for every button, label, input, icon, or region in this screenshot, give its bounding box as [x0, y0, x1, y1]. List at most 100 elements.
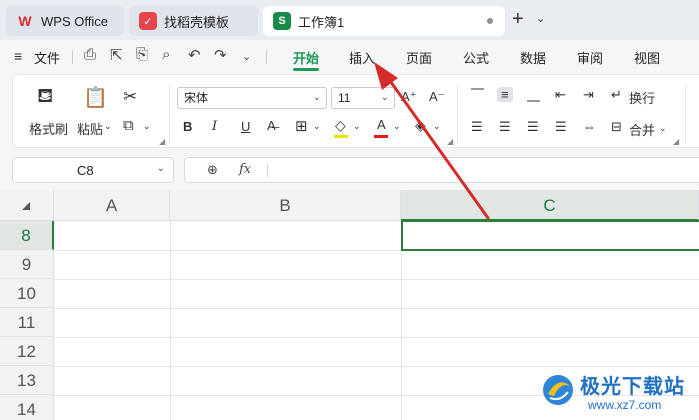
format-painter-icon[interactable]: ⛾: [37, 85, 53, 110]
copy-icon[interactable]: ⧉: [123, 117, 134, 134]
shrink-font-button[interactable]: A⁻: [429, 89, 445, 105]
cell-reference: C8: [77, 163, 94, 178]
divider: [685, 85, 686, 143]
hamburger-menu-icon[interactable]: ≡: [14, 48, 22, 64]
export-icon[interactable]: ⇱: [110, 46, 123, 64]
row-header-10[interactable]: 10: [0, 279, 54, 308]
decrease-indent-icon[interactable]: ⇤: [555, 87, 566, 103]
row-header-13[interactable]: 13: [0, 366, 54, 395]
chevron-down-icon: ⌄: [312, 92, 321, 103]
selected-cell-c8[interactable]: [401, 220, 699, 251]
align-center-icon[interactable]: ☰: [499, 119, 511, 135]
tab-home[interactable]: 开始: [293, 48, 319, 67]
template-icon: ✓: [139, 12, 157, 30]
align-left-icon[interactable]: ☰: [471, 119, 483, 135]
tab-insert[interactable]: 插入: [349, 48, 375, 67]
wrap-text-icon[interactable]: ↵: [611, 87, 622, 103]
gridline: [170, 221, 171, 420]
chevron-down-icon[interactable]: ⌄: [433, 121, 441, 132]
expand-corner-icon[interactable]: ◢: [673, 137, 679, 146]
underline-button[interactable]: U: [241, 119, 250, 134]
spreadsheet-icon: S: [273, 12, 291, 30]
chevron-down-icon[interactable]: ⌄: [536, 12, 545, 25]
insert-function-button[interactable]: fx: [239, 162, 251, 177]
font-size-select[interactable]: 11 ⌄: [331, 87, 395, 109]
grow-font-button[interactable]: A⁺: [401, 89, 417, 105]
chevron-down-icon[interactable]: ⌄: [659, 123, 667, 134]
name-box[interactable]: C8 ⌄: [12, 157, 174, 183]
select-all-corner[interactable]: [0, 190, 54, 221]
watermark-logo-icon: [543, 375, 573, 405]
file-menu[interactable]: 文件: [34, 48, 60, 67]
fill-color-icon[interactable]: ◇: [335, 117, 346, 134]
tab-wps-office[interactable]: W WPS Office: [6, 6, 124, 36]
font-name-select[interactable]: 宋体 ⌄: [177, 87, 327, 109]
align-top-icon[interactable]: ⎺: [471, 87, 484, 103]
expand-corner-icon[interactable]: ◢: [447, 137, 453, 146]
fill-color-swatch: [334, 135, 348, 138]
chevron-down-icon[interactable]: ⌄: [104, 121, 112, 132]
new-tab-plus-icon[interactable]: +: [512, 8, 524, 31]
row-header-14[interactable]: 14: [0, 395, 54, 420]
save-icon[interactable]: ⎙: [84, 46, 96, 63]
bold-button[interactable]: B: [183, 119, 192, 134]
tab-template[interactable]: ✓ 找稻壳模板: [129, 6, 258, 36]
tab-review[interactable]: 审阅: [577, 48, 603, 67]
watermark: 极光下载站 www.xz7.com: [540, 368, 699, 420]
font-color-button[interactable]: A: [377, 117, 386, 132]
wps-logo-icon: W: [18, 13, 32, 29]
merge-button[interactable]: 合并: [629, 120, 655, 139]
chevron-down-icon[interactable]: ⌄: [242, 50, 251, 63]
print-preview-icon[interactable]: ⌕: [162, 46, 170, 63]
column-header-a[interactable]: A: [54, 190, 170, 221]
chevron-down-icon[interactable]: ⌄: [353, 121, 361, 132]
formula-row: C8 ⌄ ⊕ fx: [0, 150, 699, 190]
wrap-text-button[interactable]: 换行: [629, 88, 655, 107]
paste-icon[interactable]: 📋: [83, 85, 108, 110]
column-header-b[interactable]: B: [170, 190, 401, 221]
row-header-12[interactable]: 12: [0, 337, 54, 366]
strikethrough-icon[interactable]: A̶: [267, 118, 276, 133]
zoom-icon[interactable]: ⊕: [207, 162, 218, 178]
chevron-down-icon[interactable]: ⌄: [313, 121, 321, 132]
format-painter-button[interactable]: 格式刷: [29, 119, 68, 138]
divider: [169, 85, 170, 143]
row-header-8[interactable]: 8: [0, 221, 54, 250]
increase-indent-icon[interactable]: ⇥: [583, 87, 594, 103]
align-middle-icon[interactable]: ≡: [497, 87, 513, 102]
font-name-value: 宋体: [184, 91, 209, 105]
divider: [266, 50, 267, 64]
tab-label: 工作簿1: [298, 14, 345, 30]
tab-data[interactable]: 数据: [520, 48, 546, 67]
chevron-down-icon[interactable]: ⌄: [393, 121, 401, 132]
expand-corner-icon[interactable]: ◢: [159, 137, 165, 146]
paste-button[interactable]: 粘贴: [77, 119, 103, 138]
column-header-c[interactable]: C: [401, 190, 699, 221]
chevron-down-icon: ⌄: [380, 92, 389, 103]
redo-icon[interactable]: ↷: [214, 46, 227, 64]
eraser-icon[interactable]: ◈: [415, 117, 426, 134]
tab-view[interactable]: 视图: [634, 48, 660, 67]
chevron-down-icon[interactable]: ⌄: [143, 121, 151, 132]
cut-icon[interactable]: ✂: [123, 87, 137, 107]
border-icon[interactable]: ⊞: [295, 117, 308, 135]
distribute-icon[interactable]: ⇔: [583, 119, 596, 134]
unsaved-dot-icon[interactable]: [487, 18, 493, 24]
select-all-icon: [22, 202, 30, 210]
align-right-icon[interactable]: ☰: [527, 119, 539, 135]
justify-icon[interactable]: ☰: [555, 119, 567, 135]
chevron-down-icon[interactable]: ⌄: [157, 163, 165, 174]
row-header-9[interactable]: 9: [0, 250, 54, 279]
divider: [457, 85, 458, 143]
undo-icon[interactable]: ↶: [188, 46, 201, 64]
print-icon[interactable]: ⎘: [136, 46, 148, 63]
tab-label: 找稻壳模板: [164, 14, 230, 30]
italic-button[interactable]: I: [212, 119, 217, 134]
tab-formula[interactable]: 公式: [463, 48, 489, 67]
align-bottom-icon[interactable]: ⎽: [527, 87, 540, 103]
row-header-11[interactable]: 11: [0, 308, 54, 337]
tab-page[interactable]: 页面: [406, 48, 432, 67]
tab-workbook[interactable]: S 工作簿1: [263, 6, 505, 36]
merge-icon[interactable]: ⊟: [611, 119, 622, 135]
formula-bar[interactable]: ⊕ fx: [184, 157, 699, 183]
